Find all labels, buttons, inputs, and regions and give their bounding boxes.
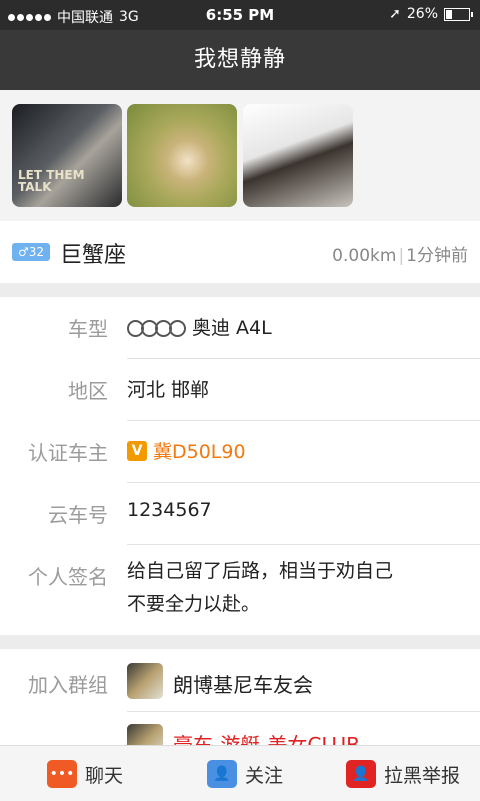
battery-icon (444, 7, 473, 21)
cloud-id-label: 云车号 (48, 503, 108, 527)
group-avatar[interactable] (127, 663, 163, 699)
signature-label: 个人签名 (28, 565, 108, 589)
profile-photo-1[interactable]: LET THEM TALK (12, 104, 122, 207)
car-model: 奥迪 A4L (192, 317, 272, 339)
photo-overlay-text: LET THEM TALK (18, 168, 85, 194)
signature-line-2: 不要全力以赴。 (127, 593, 261, 615)
zodiac-sign: 巨蟹座 (60, 243, 127, 268)
region-value: 河北 邯郸 (127, 379, 210, 401)
region-label: 地区 (68, 379, 108, 403)
gender-age-badge: ♂32 (12, 243, 50, 261)
chat-icon: ••• (47, 760, 77, 788)
cloud-id-value: 1234567 (127, 499, 212, 521)
verified-value: V 冀D50L90 (127, 437, 246, 464)
groups-label: 加入群组 (28, 673, 108, 697)
location-icon: ➚ (389, 6, 401, 22)
photo-strip: LET THEM TALK (0, 90, 480, 221)
info-section: 车型 奥迪 A4L 地区 河北 邯郸 认证车主 V 冀D50L90 云车号 123… (0, 297, 480, 635)
page-title: 我想静静 (0, 30, 480, 90)
profile-summary: ♂32 巨蟹座 0.00km | 1分钟前 (0, 221, 480, 283)
status-right: ➚ 26% (389, 6, 473, 22)
male-icon: ♂ (17, 245, 29, 259)
block-report-label: 拉黑举报 (384, 764, 461, 787)
follow-icon: 👤 (207, 760, 237, 788)
follow-label: 关注 (245, 764, 284, 787)
profile-photo-3[interactable] (243, 104, 353, 207)
action-bar: ••• 聊天 👤 关注 👤 拉黑举报 (0, 745, 480, 801)
verified-badge-icon: V (127, 440, 147, 461)
signature-value: 给自己留了后路，相当于劝自己 不要全力以赴。 (127, 555, 393, 621)
chat-label: 聊天 (85, 764, 124, 787)
car-type-value: 奥迪 A4L (127, 313, 272, 340)
profile-photo-2[interactable] (127, 104, 237, 207)
distance-time: 0.00km | 1分钟前 (332, 246, 468, 266)
verified-label: 认证车主 (28, 441, 108, 465)
car-type-label: 车型 (68, 317, 108, 341)
distance: 0.00km (332, 246, 397, 266)
license-plate: 冀D50L90 (153, 441, 246, 463)
group-name[interactable]: 朗博基尼车友会 (173, 669, 313, 698)
status-bar: 中国联通 3G 6:55 PM ➚ 26% (0, 0, 480, 30)
audi-logo-icon (127, 320, 186, 337)
groups-section: 加入群组 朗博基尼车友会 豪车-游艇-美女CLUB (0, 649, 480, 760)
age: 32 (28, 245, 45, 259)
last-seen: 1分钟前 (406, 246, 468, 266)
block-icon: 👤 (346, 760, 376, 788)
chat-button[interactable]: ••• 聊天 (47, 760, 123, 788)
block-report-button[interactable]: 👤 拉黑举报 (346, 760, 460, 788)
follow-button[interactable]: 👤 关注 (207, 760, 283, 788)
battery-percent: 26% (406, 6, 438, 22)
signature-line-1: 给自己留了后路，相当于劝自己 (127, 560, 394, 582)
